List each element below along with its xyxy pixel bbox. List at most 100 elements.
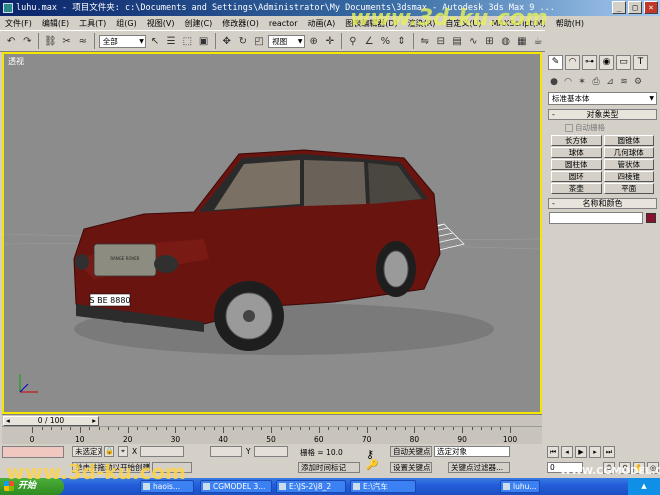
cone-button[interactable]: 圆锥体 bbox=[603, 135, 654, 146]
key-filters-button[interactable]: 关键点过滤器... bbox=[448, 462, 510, 473]
bind-spacewarp-icon[interactable]: ≈ bbox=[76, 33, 90, 49]
taskbar-item[interactable]: E:\JS-2\j8_2 bbox=[276, 480, 346, 493]
utilities-tab-icon[interactable]: T bbox=[633, 55, 648, 70]
shapes-icon[interactable]: ◠ bbox=[562, 76, 574, 88]
object-color-swatch[interactable] bbox=[646, 213, 656, 223]
name-and-color-rollout[interactable]: 名称和颜色 bbox=[548, 198, 657, 209]
perspective-viewport[interactable]: 透视 RANGE ROVER S BE 8880 bbox=[2, 52, 542, 414]
zoom-icon[interactable]: ⚲ bbox=[619, 462, 631, 474]
object-type-rollout[interactable]: 对象类型 bbox=[548, 109, 657, 120]
select-by-name-icon[interactable]: ☰ bbox=[164, 33, 178, 49]
layer-manager-icon[interactable]: ▤ bbox=[450, 33, 464, 49]
modify-tab-icon[interactable]: ◠ bbox=[565, 55, 580, 70]
lights-icon[interactable]: ✶ bbox=[576, 76, 588, 88]
x-coordinate-field[interactable] bbox=[140, 446, 184, 457]
menu-animation[interactable]: 动画(A) bbox=[302, 18, 340, 29]
plane-button[interactable]: 平面 bbox=[603, 183, 654, 194]
spinner-snap-icon[interactable]: ⇕ bbox=[394, 33, 408, 49]
menu-maxscript[interactable]: MAXScript(M) bbox=[487, 19, 551, 28]
go-to-start-icon[interactable]: ⏮ bbox=[547, 446, 559, 458]
menu-reactor[interactable]: reactor bbox=[264, 19, 303, 28]
snap-toggle-icon[interactable]: ⚲ bbox=[346, 33, 360, 49]
current-frame-field[interactable]: 0 bbox=[547, 462, 583, 473]
selection-filter-dropdown[interactable]: 全部 bbox=[98, 34, 146, 48]
lock-selection-icon[interactable]: 🔒 bbox=[104, 446, 114, 457]
helpers-icon[interactable]: ⊿ bbox=[604, 76, 616, 88]
schematic-view-icon[interactable]: ⊞ bbox=[482, 33, 496, 49]
go-to-end-icon[interactable]: ⏭ bbox=[603, 446, 615, 458]
create-tab-icon[interactable]: ✎ bbox=[548, 55, 563, 70]
cylinder-button[interactable]: 圆柱体 bbox=[551, 159, 602, 170]
y-coordinate-field[interactable] bbox=[210, 446, 242, 457]
pyramid-button[interactable]: 四棱锥 bbox=[603, 171, 654, 182]
time-config-icon[interactable]: ⏱ bbox=[603, 462, 615, 474]
object-name-input[interactable] bbox=[549, 212, 643, 224]
close-button[interactable]: × bbox=[644, 1, 658, 14]
unlink-icon[interactable]: ✂ bbox=[60, 33, 74, 49]
box-button[interactable]: 长方体 bbox=[551, 135, 602, 146]
autogrid-checkbox[interactable]: 自动栅格 bbox=[565, 122, 660, 133]
sphere-button[interactable]: 球体 bbox=[551, 147, 602, 158]
maxscript-listener-mini[interactable] bbox=[2, 446, 64, 458]
previous-frame-icon[interactable]: ◂ bbox=[561, 446, 573, 458]
menu-modifiers[interactable]: 修改器(O) bbox=[217, 18, 264, 29]
add-time-tag-button[interactable]: 添加时间标记 bbox=[298, 462, 360, 473]
motion-tab-icon[interactable]: ◉ bbox=[599, 55, 614, 70]
reference-coordinate-dropdown[interactable]: 视图 bbox=[268, 34, 305, 48]
render-button-strip[interactable] bbox=[152, 462, 192, 473]
angle-snap-icon[interactable]: ∠ bbox=[362, 33, 376, 49]
time-slider-thumb[interactable]: 0 / 100 bbox=[3, 416, 99, 426]
orbit-icon[interactable]: ◎ bbox=[647, 462, 659, 474]
menu-graph-editors[interactable]: 图表编辑器(D) bbox=[340, 18, 402, 29]
geometry-icon[interactable]: ● bbox=[548, 76, 560, 88]
pivot-center-icon[interactable]: ⊕ bbox=[307, 33, 321, 49]
taskbar-item[interactable]: CGMODEL 3... bbox=[200, 480, 272, 493]
rectangular-selection-icon[interactable]: ⬚ bbox=[180, 33, 194, 49]
maximize-button[interactable]: □ bbox=[628, 1, 642, 14]
rotate-icon[interactable]: ↻ bbox=[236, 33, 250, 49]
geometry-category-dropdown[interactable]: 标准基本体 bbox=[548, 92, 657, 105]
menu-views[interactable]: 视图(V) bbox=[142, 18, 180, 29]
play-icon[interactable]: ▶ bbox=[575, 446, 587, 458]
render-setup-icon[interactable]: ▦ bbox=[515, 33, 529, 49]
menu-group[interactable]: 组(G) bbox=[111, 18, 141, 29]
display-tab-icon[interactable]: ▭ bbox=[616, 55, 631, 70]
track-bar[interactable]: 0 10 20 30 40 50 60 70 80 90 100 bbox=[2, 426, 542, 444]
minimize-button[interactable]: _ bbox=[612, 1, 626, 14]
select-object-icon[interactable]: ↖ bbox=[148, 33, 162, 49]
systems-icon[interactable]: ⚙ bbox=[632, 76, 644, 88]
system-tray[interactable]: ▲ bbox=[628, 478, 660, 495]
menu-create[interactable]: 创建(C) bbox=[179, 18, 217, 29]
next-frame-icon[interactable]: ▸ bbox=[589, 446, 601, 458]
taskbar-item[interactable]: haois... bbox=[140, 480, 194, 493]
menu-customize[interactable]: 自定义(U) bbox=[440, 18, 486, 29]
curve-editor-icon[interactable]: ∿ bbox=[466, 33, 480, 49]
quick-render-icon[interactable]: ☕ bbox=[531, 33, 545, 49]
menu-help[interactable]: 帮助(H) bbox=[551, 18, 589, 29]
z-coordinate-field[interactable] bbox=[254, 446, 288, 457]
undo-icon[interactable]: ↶ bbox=[4, 33, 18, 49]
time-slider[interactable]: 0 / 100 bbox=[2, 414, 542, 426]
set-key-icon[interactable]: 🔑 bbox=[366, 460, 386, 476]
cameras-icon[interactable]: ⎙ bbox=[590, 76, 602, 88]
key-filter-dropdown[interactable]: 选定对象 bbox=[434, 446, 510, 457]
menu-file[interactable]: 文件(F) bbox=[0, 18, 37, 29]
geosphere-button[interactable]: 几何球体 bbox=[603, 147, 654, 158]
teapot-button[interactable]: 茶壶 bbox=[551, 183, 602, 194]
start-button[interactable]: 开始 bbox=[0, 478, 64, 495]
mirror-icon[interactable]: ⇋ bbox=[418, 33, 432, 49]
auto-key-button[interactable]: 自动关键点 bbox=[390, 446, 432, 457]
spacewarps-icon[interactable]: ≋ bbox=[618, 76, 630, 88]
percent-snap-icon[interactable]: % bbox=[378, 33, 392, 49]
hierarchy-tab-icon[interactable]: ⊶ bbox=[582, 55, 597, 70]
tube-button[interactable]: 管状体 bbox=[603, 159, 654, 170]
scale-icon[interactable]: ◰ bbox=[252, 33, 266, 49]
redo-icon[interactable]: ↷ bbox=[20, 33, 34, 49]
set-key-button[interactable]: 设置关键点 bbox=[390, 462, 432, 473]
menu-tools[interactable]: 工具(T) bbox=[74, 18, 111, 29]
link-icon[interactable]: ⛓ bbox=[43, 33, 57, 49]
window-crossing-icon[interactable]: ▣ bbox=[196, 33, 210, 49]
absolute-mode-icon[interactable]: ⌖ bbox=[118, 446, 128, 457]
menu-edit[interactable]: 编辑(E) bbox=[37, 18, 74, 29]
material-editor-icon[interactable]: ◍ bbox=[499, 33, 513, 49]
